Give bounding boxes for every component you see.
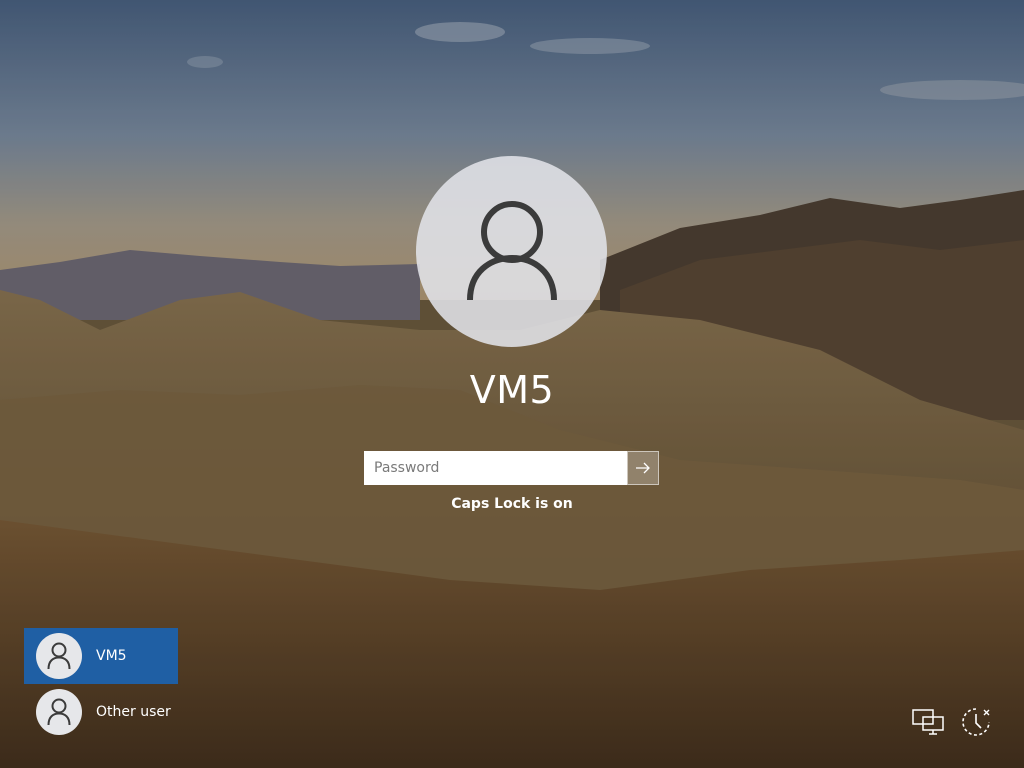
arrow-right-icon bbox=[636, 462, 650, 474]
user-list-item-vm5[interactable]: VM5 bbox=[24, 628, 178, 684]
user-icon bbox=[47, 698, 71, 726]
password-box bbox=[364, 451, 659, 485]
password-input[interactable] bbox=[364, 451, 627, 485]
username-label: VM5 bbox=[469, 368, 555, 412]
user-icon bbox=[466, 200, 557, 300]
network-icon bbox=[912, 709, 944, 735]
user-avatar-large bbox=[416, 156, 607, 347]
ease-of-access-button[interactable] bbox=[958, 704, 994, 740]
user-list-item-other-user[interactable]: Other user bbox=[24, 684, 178, 740]
network-button[interactable] bbox=[910, 704, 946, 740]
user-avatar-small bbox=[36, 633, 82, 679]
caps-lock-message: Caps Lock is on bbox=[451, 496, 573, 512]
user-avatar-small bbox=[36, 689, 82, 735]
user-icon bbox=[47, 642, 71, 670]
submit-button[interactable] bbox=[627, 451, 659, 485]
ease-of-access-icon bbox=[962, 708, 990, 736]
lock-screen: VM5 Caps Lock is on VM5 Other user bbox=[0, 0, 1024, 768]
user-list-item-label: Other user bbox=[96, 704, 171, 720]
user-list-item-label: VM5 bbox=[96, 648, 127, 664]
user-list: VM5 Other user bbox=[24, 628, 178, 740]
